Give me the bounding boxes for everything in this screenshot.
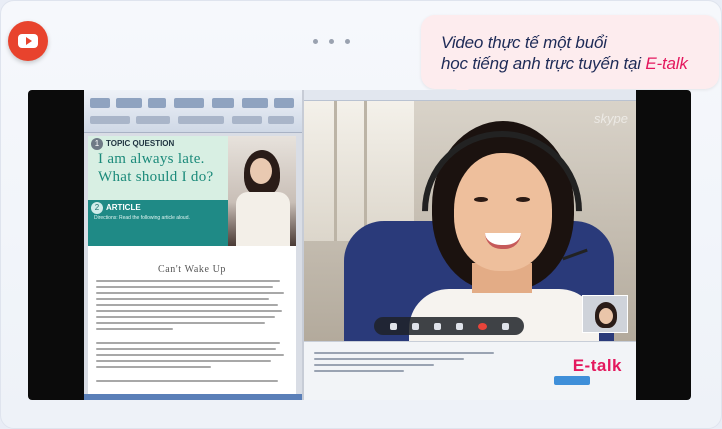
article-number: 2 xyxy=(91,202,103,214)
topic-number: 1 xyxy=(91,138,103,150)
topic-question-line-2: What should I do? xyxy=(98,169,214,185)
dot xyxy=(345,39,350,44)
teacher-eye-left xyxy=(474,197,488,202)
teacher-video-feed: skype xyxy=(304,101,636,341)
student-self-view xyxy=(582,295,628,333)
article-label: ARTICLE xyxy=(106,203,141,212)
topic-question-block: 1 TOPIC QUESTION I am always late. What … xyxy=(88,136,228,200)
call-controls xyxy=(374,317,524,335)
more-dots-icon[interactable] xyxy=(313,39,350,44)
dot xyxy=(329,39,334,44)
video-frame: 1 TOPIC QUESTION I am always late. What … xyxy=(84,90,636,400)
etalk-watermark-logo: E-talk xyxy=(573,356,622,382)
youtube-play-glyph xyxy=(18,34,38,48)
article-body-text xyxy=(96,280,288,386)
video-player[interactable]: 1 TOPIC QUESTION I am always late. What … xyxy=(28,90,691,400)
mic-icon[interactable] xyxy=(433,322,441,330)
caption-brand: E-talk xyxy=(645,54,688,73)
signal-icon xyxy=(501,322,509,330)
background-window xyxy=(304,101,414,241)
caption-line-1: Video thực tế một buổi xyxy=(441,33,607,52)
etalk-logo-text: E-talk xyxy=(572,356,622,375)
dot xyxy=(313,39,318,44)
teacher-face xyxy=(454,153,552,271)
word-document-window: 1 TOPIC QUESTION I am always late. What … xyxy=(84,90,302,400)
tired-woman-photo xyxy=(228,136,296,246)
topic-question-line-1: I am always late. xyxy=(98,151,205,167)
article-title: Can't Wake Up xyxy=(157,264,227,275)
caption-line-2: học tiếng anh trực tuyến tại E-talk xyxy=(441,53,701,74)
skype-titlebar xyxy=(304,90,636,101)
caption-line-2-text: học tiếng anh trực tuyến tại xyxy=(441,54,646,73)
article-directions: Directions: Read the following article a… xyxy=(94,215,190,221)
skype-call-window: skype E-talk xyxy=(304,90,636,400)
topic-label: TOPIC QUESTION xyxy=(106,139,175,148)
windows-taskbar xyxy=(84,394,302,400)
video-card: Video thực tế một buổi học tiếng anh trự… xyxy=(0,0,722,429)
etalk-logo-tagline xyxy=(573,376,622,382)
lesson-page: 1 TOPIC QUESTION I am always late. What … xyxy=(88,136,296,400)
camera-icon[interactable] xyxy=(411,322,419,330)
word-ribbon xyxy=(84,90,302,133)
hangup-icon[interactable] xyxy=(477,322,487,330)
caption-bubble: Video thực tế một buổi học tiếng anh trự… xyxy=(421,15,719,98)
article-block: 2 ARTICLE Directions: Read the following… xyxy=(88,200,228,246)
youtube-icon[interactable] xyxy=(8,21,48,61)
add-icon[interactable] xyxy=(455,322,463,330)
teacher-eye-right xyxy=(516,197,530,202)
skype-logo: skype xyxy=(594,111,628,126)
chat-icon[interactable] xyxy=(389,322,397,330)
